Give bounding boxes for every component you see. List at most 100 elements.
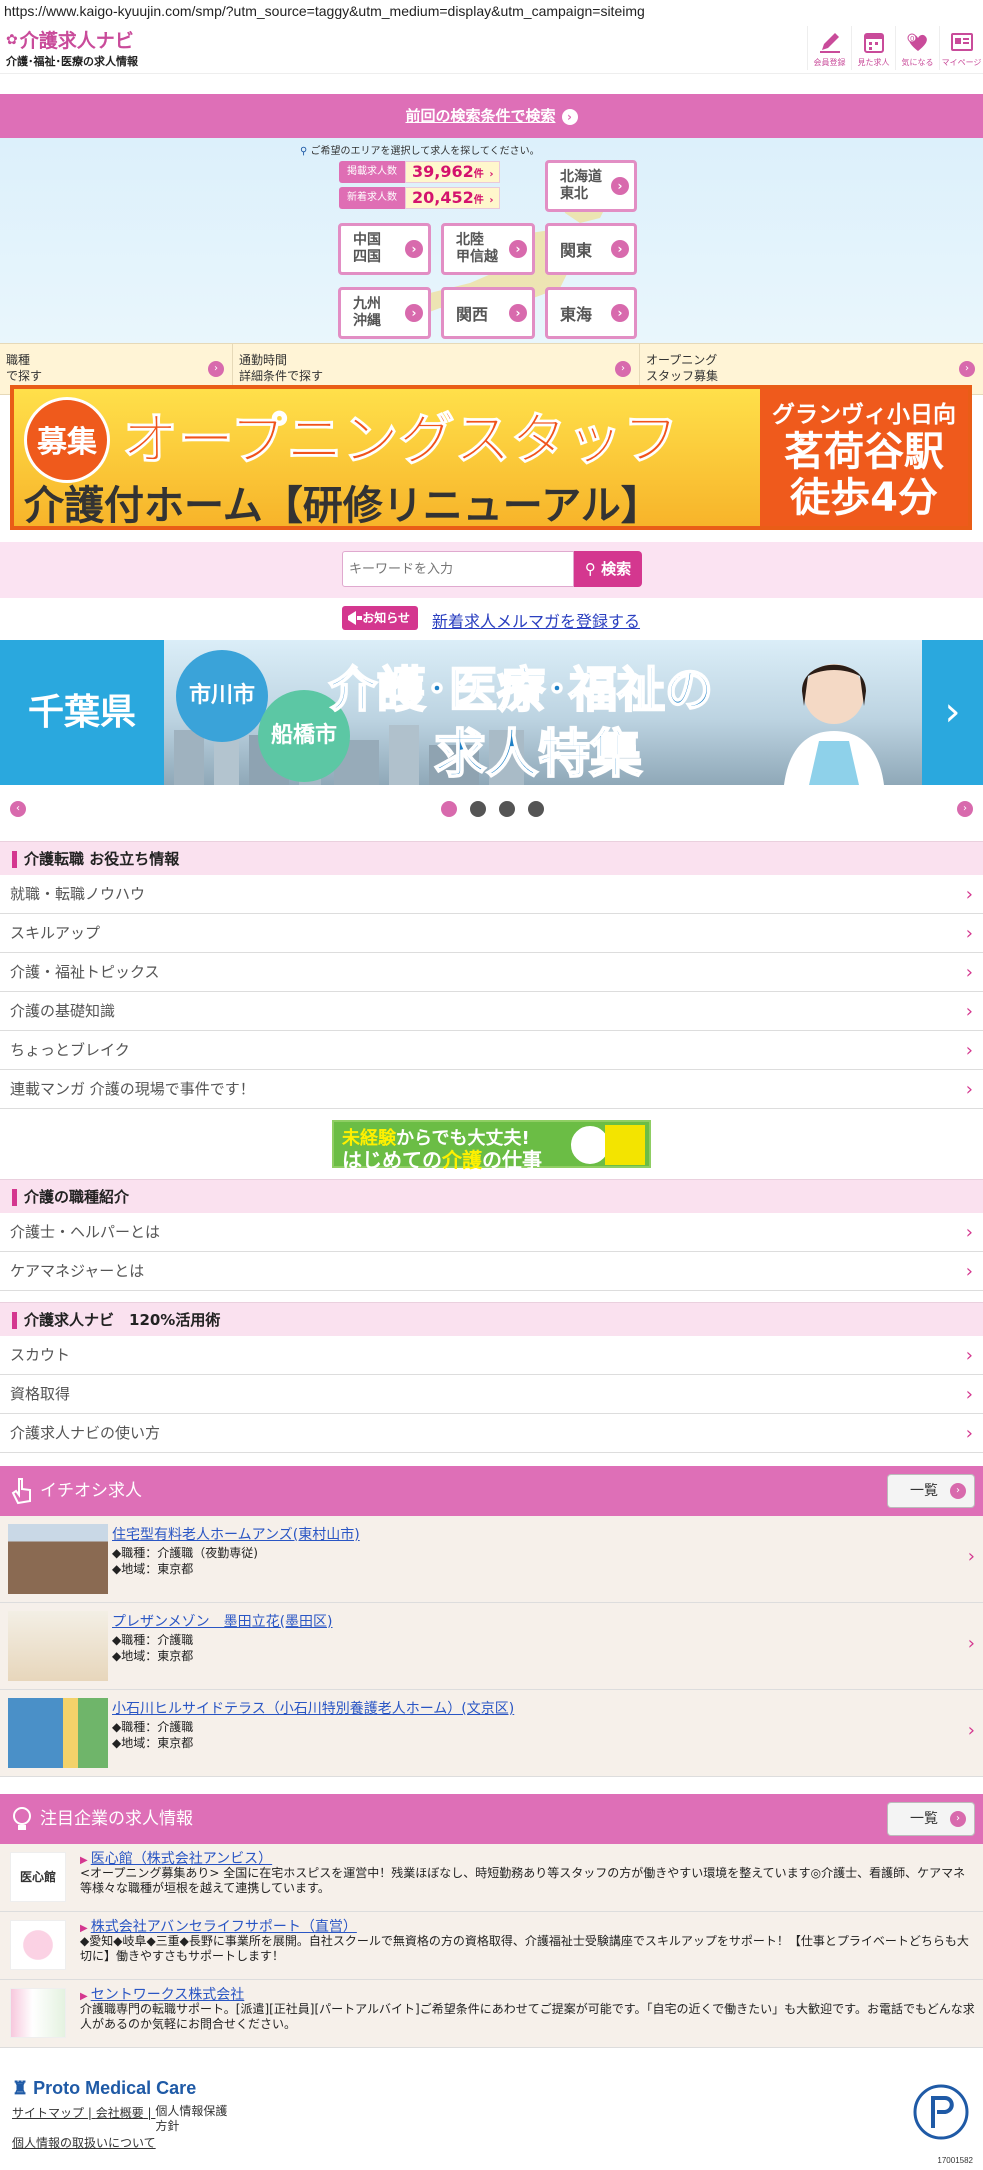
company-title[interactable]: セントワークス株式会社 xyxy=(80,1984,245,2004)
arrow-right-icon: › xyxy=(405,304,423,322)
list-item[interactable]: 介護士・ヘルパーとは › xyxy=(0,1213,983,1252)
list-item-label: ケアマネジャーとは xyxy=(10,1262,145,1280)
companies-all-button[interactable]: 一覧 › xyxy=(887,1802,975,1836)
keyword-input[interactable] xyxy=(342,551,574,587)
company-logo xyxy=(10,1988,66,2038)
yellow-badge xyxy=(605,1125,645,1165)
previous-search-button[interactable]: 前回の検索条件で検索 › xyxy=(0,94,983,138)
carousel-prefecture: 千葉県 xyxy=(27,692,136,733)
heart-icon: 0 xyxy=(907,33,927,51)
pickup-all-button[interactable]: 一覧 › xyxy=(887,1474,975,1508)
job-title[interactable]: 住宅型有料老人ホームアンズ(東村山市) xyxy=(112,1524,360,1544)
arrow-right-icon: › xyxy=(959,361,975,377)
job-photo xyxy=(8,1698,108,1768)
footer-brand-label: Proto Medical Care xyxy=(33,2078,197,2098)
chevron-right-icon: › xyxy=(965,884,973,905)
listed-count-value: 39,962 xyxy=(412,162,474,181)
list-item[interactable]: ケアマネジャーとは › xyxy=(0,1252,983,1291)
company-description: <オープニング募集あり> 全国に在宅ホスピスを運営中！残業ほぼなし、時短勤務あり… xyxy=(80,1866,966,1895)
list-item-label: 連載マンガ 介護の現場で事件です！ xyxy=(10,1080,255,1098)
job-card[interactable]: プレザンメゾン 墨田立花(墨田区) ◆職種：介護職 ◆地域：東京都 › xyxy=(0,1603,983,1690)
company-logo: 医心館 xyxy=(10,1852,66,1902)
list-item[interactable]: 連載マンガ 介護の現場で事件です！ › xyxy=(0,1070,983,1109)
job-title[interactable]: 小石川ヒルサイドテラス（小石川特別養護老人ホーム）(文京区) xyxy=(112,1698,514,1718)
region-kansai[interactable]: 関西 › xyxy=(441,287,535,339)
company-card[interactable]: 株式会社アバンセライフサポート（直営） ◆愛知◆岐阜◆三重◆長野に事業所を展開。… xyxy=(0,1912,983,1980)
chevron-right-icon: › xyxy=(967,1720,975,1741)
carousel-image: 市川市 船橋市 介護･医療･福祉の 求人特集 xyxy=(164,640,922,785)
footer-brand[interactable]: ♜ Proto Medical Care xyxy=(12,2078,196,2099)
feature-carousel[interactable]: 千葉県 市川市 船橋市 介護･医療･福祉の 求人特集 › xyxy=(0,640,983,785)
region-label: 九州 沖縄 xyxy=(353,296,381,329)
mypage-label: マイページ xyxy=(941,57,982,67)
list-item[interactable]: ちょっとブレイク › xyxy=(0,1031,983,1070)
register-button[interactable]: 会員登録 xyxy=(807,26,851,70)
new-count-unit: 件 xyxy=(473,195,484,206)
list-item[interactable]: 介護求人ナビの使い方 › xyxy=(0,1414,983,1453)
job-card[interactable]: 小石川ヒルサイドテラス（小石川特別養護老人ホーム）(文京区) ◆職種：介護職 ◆… xyxy=(0,1690,983,1777)
company-card[interactable]: 医心館 医心館（株式会社アンビス） <オープニング募集あり> 全国に在宅ホスピス… xyxy=(0,1844,983,1912)
section-title: 介護求人ナビ 120%活用術 xyxy=(0,1302,983,1336)
beginner-banner-line2: はじめての介護の仕事 xyxy=(342,1144,542,1173)
job-title[interactable]: プレザンメゾン 墨田立花(墨田区) xyxy=(112,1611,333,1631)
nurse-photo xyxy=(784,664,884,785)
sitemap-link[interactable]: サイトマップ xyxy=(12,2106,84,2120)
carousel-dot[interactable] xyxy=(441,801,457,817)
list-item[interactable]: 就職・転職ノウハウ › xyxy=(0,875,983,914)
company-title[interactable]: 株式会社アバンセライフサポート（直営） xyxy=(80,1916,357,1936)
pen-icon xyxy=(819,32,840,53)
arrow-right-icon: › xyxy=(611,177,629,195)
page: https://www.kaigo-kyuujin.com/smp/?utm_s… xyxy=(0,0,983,2170)
megaphone-icon xyxy=(348,611,362,625)
address-bar[interactable]: https://www.kaigo-kyuujin.com/smp/?utm_s… xyxy=(0,0,983,22)
pin-icon: ⚲ xyxy=(300,146,308,157)
region-chugoku-shikoku[interactable]: 中国 四国 › xyxy=(338,223,431,275)
list-item[interactable]: 資格取得 › xyxy=(0,1375,983,1414)
site-header: ✿ 介護求人ナビ 介護･福祉･医療の求人情報 会員登録 見た求人 0 気になる マ… xyxy=(0,22,983,74)
arrow-right-icon: › xyxy=(950,1811,966,1827)
list-item[interactable]: 介護の基礎知識 › xyxy=(0,992,983,1031)
list-item-label: 介護の基礎知識 xyxy=(10,1002,116,1020)
new-count: 新着求人数 20,452件 › xyxy=(339,187,500,209)
carousel-dot[interactable] xyxy=(470,801,486,817)
newsletter-link[interactable]: 新着求人メルマガを登録する xyxy=(432,608,640,632)
job-area: ◆地域：東京都 xyxy=(112,1736,194,1750)
flower-icon: ✿ xyxy=(6,31,18,48)
beginner-banner[interactable]: 未経験からでも大丈夫! はじめての介護の仕事 xyxy=(332,1120,651,1172)
carousel-prev-button[interactable]: ‹ xyxy=(10,801,26,817)
favorites-button[interactable]: 0 気になる xyxy=(895,26,939,70)
beginner-banner-text: 介護 xyxy=(442,1148,482,1172)
list-item-label: 介護求人ナビの使い方 xyxy=(10,1424,161,1442)
region-hokuriku-koshinetsu[interactable]: 北陸 甲信越 › xyxy=(441,223,535,275)
site-logo[interactable]: ✿ 介護求人ナビ 介護･福祉･医療の求人情報 xyxy=(6,26,138,69)
list-item[interactable]: スカウト › xyxy=(0,1336,983,1375)
job-types-section: 介護の職種紹介 介護士・ヘルパーとは › ケアマネジャーとは › xyxy=(0,1179,983,1291)
register-label: 会員登録 xyxy=(813,57,846,67)
carousel-line1: 介護･医療･福祉の xyxy=(328,661,714,719)
job-card[interactable]: 住宅型有料老人ホームアンズ(東村山市) ◆職種：介護職（夜勤専従) ◆地域：東京… xyxy=(0,1516,983,1603)
region-hokkaido-tohoku[interactable]: 北海道 東北 › xyxy=(545,160,637,212)
region-kyushu-okinawa[interactable]: 九州 沖縄 › xyxy=(338,287,431,339)
chevron-right-icon: › xyxy=(967,1633,975,1654)
company-card[interactable]: セントワークス株式会社 介護職専門の転職サポート。[派遣][正社員][パートアル… xyxy=(0,1980,983,2048)
personal-info-link[interactable]: 個人情報の取扱いについて xyxy=(12,2134,156,2151)
region-kanto[interactable]: 関東 › xyxy=(545,223,637,275)
company-description: 介護職専門の転職サポート。[派遣][正社員][パートアルバイト]ご希望条件にあわ… xyxy=(80,2002,975,2031)
list-item[interactable]: スキルアップ › xyxy=(0,914,983,953)
carousel-dot[interactable] xyxy=(528,801,544,817)
region-label: 北海道 東北 xyxy=(560,169,602,202)
company-link[interactable]: 会社概要 xyxy=(96,2106,144,2120)
job-type: ◆職種：介護職（夜勤専従) xyxy=(112,1546,258,1560)
footer-links: サイトマップ | 会社概要 | 個人情報保護 方針 xyxy=(12,2104,228,2134)
region-tokai[interactable]: 東海 › xyxy=(545,287,637,339)
list-item[interactable]: 介護・福祉トピックス › xyxy=(0,953,983,992)
carousel-dot[interactable] xyxy=(499,801,515,817)
company-title[interactable]: 医心館（株式会社アンビス） xyxy=(80,1848,272,1868)
viewed-jobs-button[interactable]: 見た求人 xyxy=(851,26,895,70)
carousel-next-button[interactable]: › xyxy=(957,801,973,817)
search-button[interactable]: ⚲ 検索 xyxy=(574,551,642,587)
mypage-button[interactable]: マイページ xyxy=(939,26,983,70)
privacy-policy-link[interactable]: 個人情報保護 方針 xyxy=(155,2104,227,2134)
carousel-next-icon[interactable]: › xyxy=(922,640,983,785)
opening-staff-banner[interactable]: 募集 オープニングスタッフ 介護付ホーム【研修リニューアル】 グランヴィ小日向 … xyxy=(10,385,972,530)
